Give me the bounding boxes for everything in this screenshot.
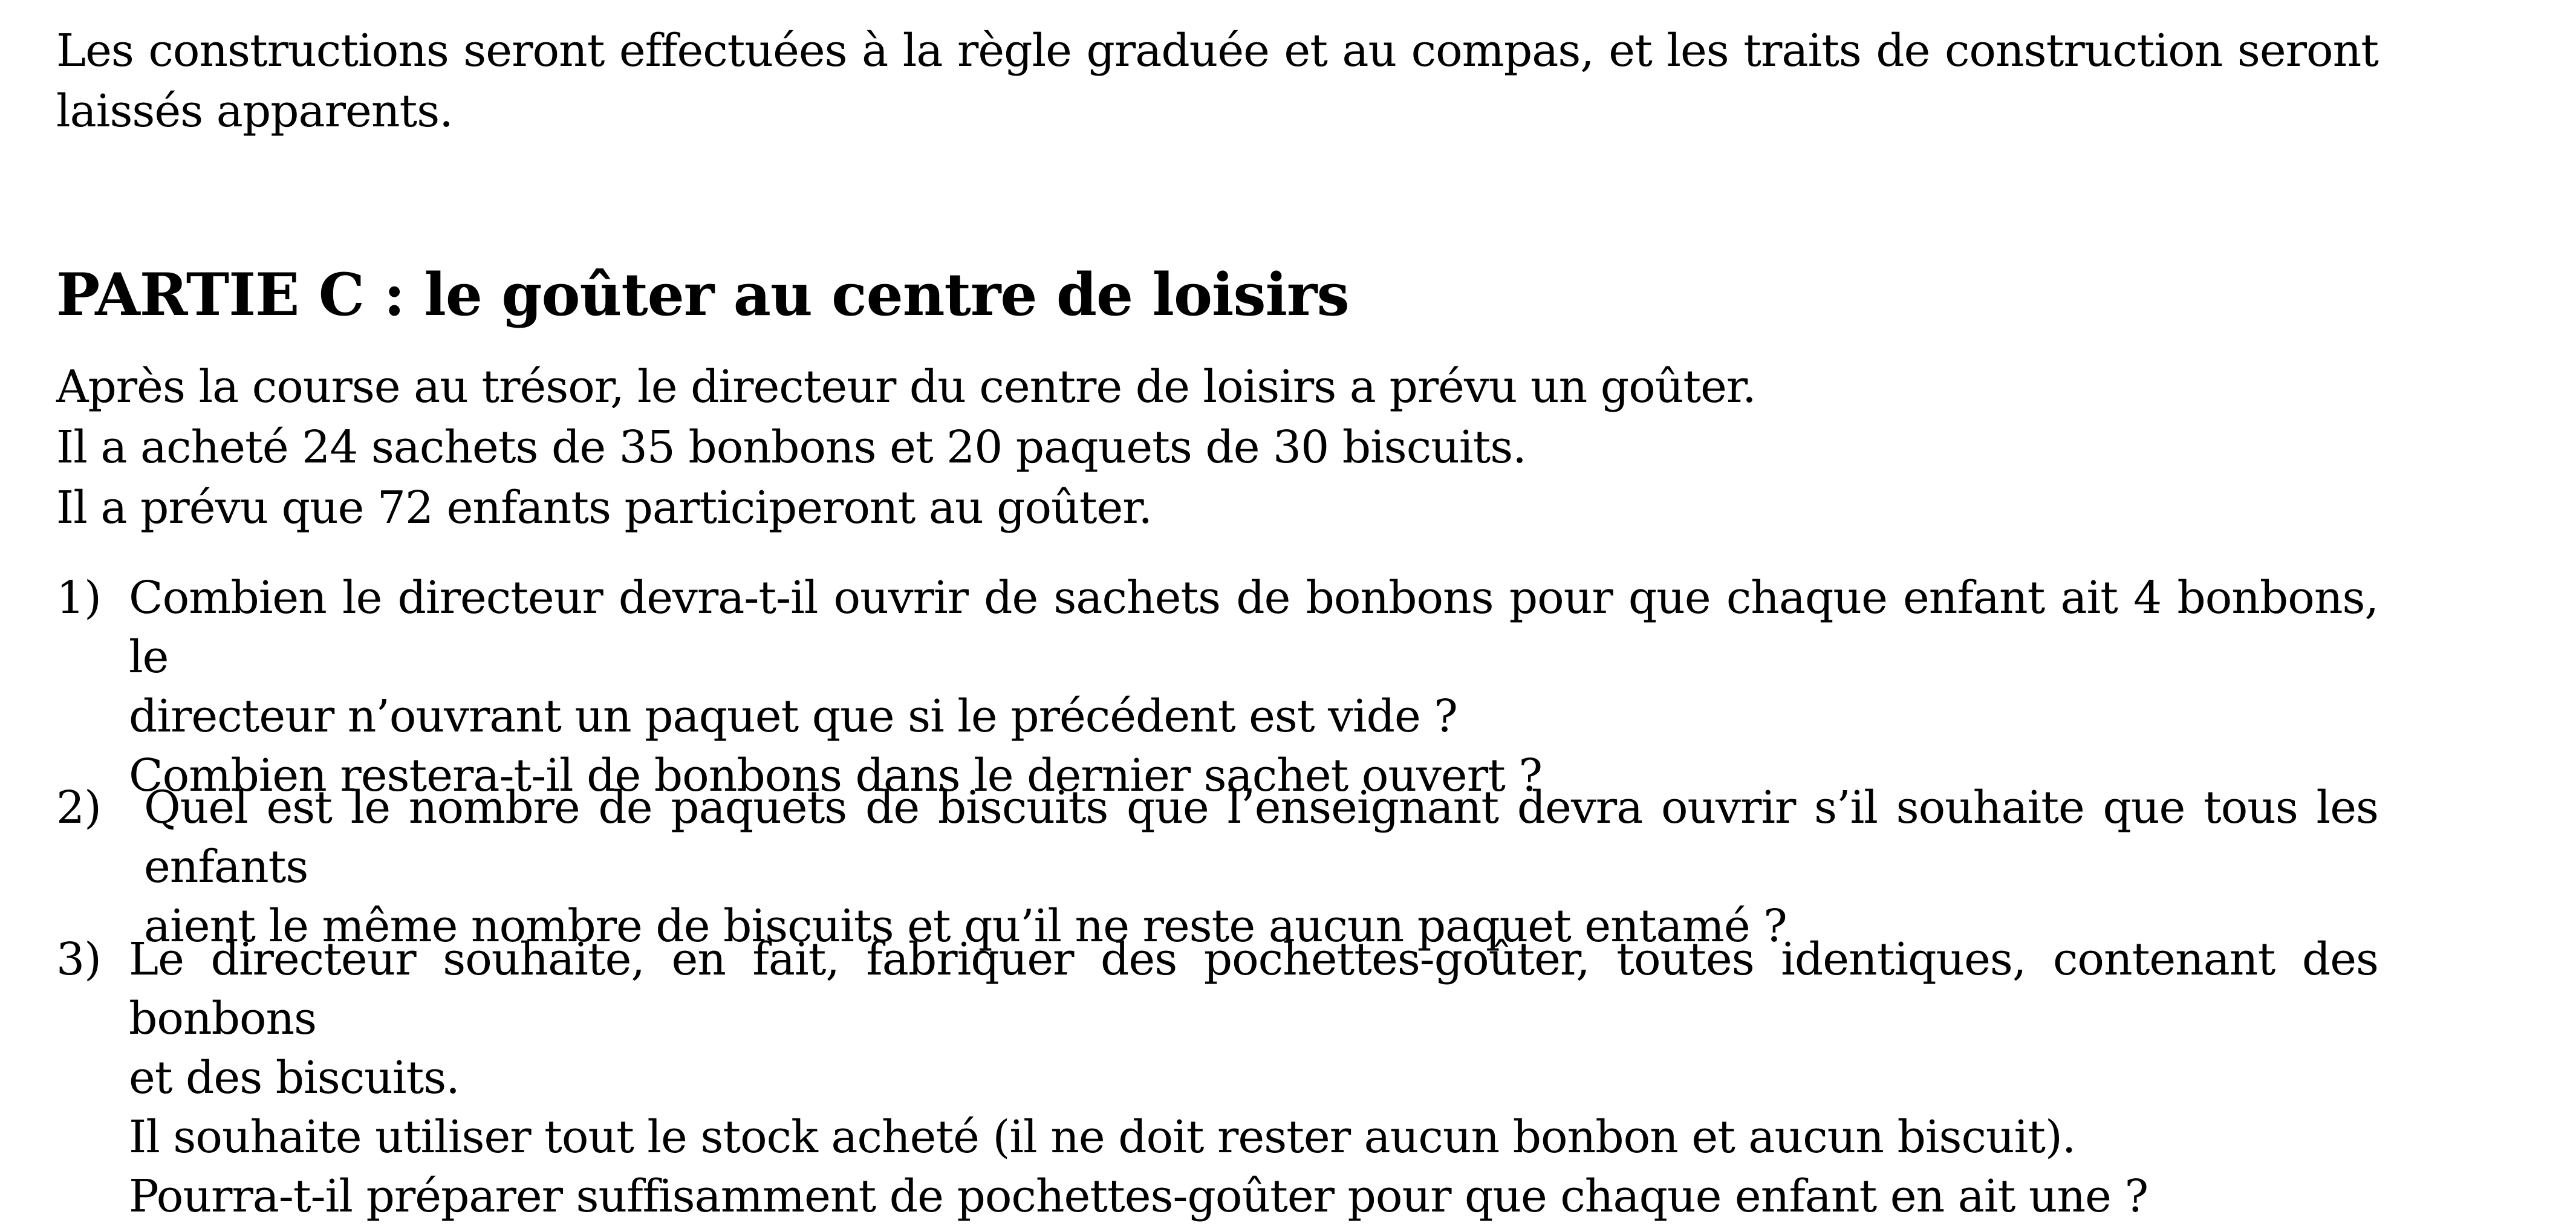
- statement-line-2: Il a acheté 24 sachets de 35 bonbons et …: [56, 421, 1527, 473]
- question-number: 1): [56, 572, 102, 624]
- statement-line-3: Il a prévu que 72 enfants participeront …: [56, 482, 1153, 534]
- question-line: Le directeur souhaite, en fait, fabrique…: [129, 933, 2379, 1045]
- question-line: Combien le directeur devra-t-il ouvrir d…: [129, 572, 2379, 683]
- question-3: 3) Le directeur souhaite, en fait, fabri…: [56, 930, 2379, 1226]
- question-line: directeur n’ouvrant un paquet que si le …: [129, 690, 1458, 742]
- intro-paragraph: Les constructions seront effectuées à la…: [56, 25, 2379, 137]
- question-number: 3): [56, 933, 102, 985]
- section-heading: PARTIE C : le goûter au centre de loisir…: [56, 261, 1350, 329]
- statement-line-1: Après la course au trésor, le directeur …: [56, 361, 1757, 413]
- question-1: 1) Combien le directeur devra-t-il ouvri…: [56, 568, 2379, 805]
- question-number: 2): [56, 782, 102, 834]
- question-2: 2) Quel est le nombre de paquets de bisc…: [56, 778, 2379, 956]
- question-line: Quel est le nombre de paquets de biscuit…: [144, 782, 2379, 893]
- document-page: Les constructions seront effectuées à la…: [0, 0, 2576, 1222]
- question-line: et des biscuits.: [129, 1052, 460, 1104]
- question-line: Il souhaite utiliser tout le stock achet…: [129, 1111, 2076, 1163]
- question-line: Pourra-t-il préparer suffisamment de poc…: [129, 1170, 2148, 1222]
